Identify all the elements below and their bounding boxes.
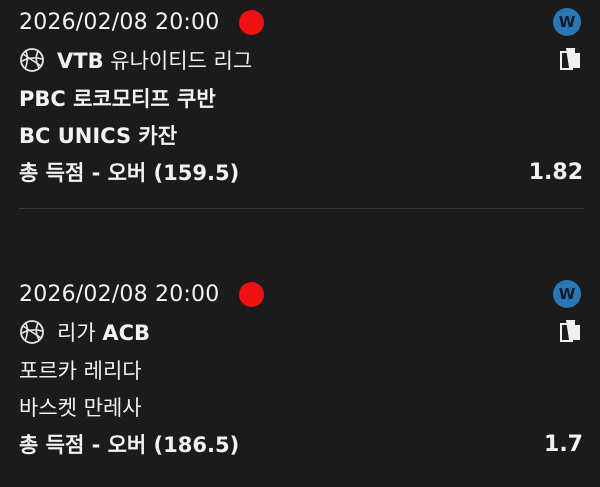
league-name-prefix: VTB: [57, 49, 104, 73]
basketball-icon: [19, 47, 45, 73]
w-badge[interactable]: W: [553, 280, 581, 308]
away-team: 바스켓 만레사: [19, 396, 142, 420]
away-team-row: 바스켓 만레사: [19, 389, 584, 425]
home-team-row: PBC 로코모티프 쿠반: [19, 80, 584, 116]
away-team-row: BC UNICS 카잔: [19, 117, 584, 153]
divider: [19, 208, 584, 209]
market-row: 총 득점 - 오버 (159.5) 1.82: [19, 154, 584, 190]
league-name-prefix: 리가: [57, 321, 103, 345]
league-name-suffix: ACB: [102, 321, 150, 345]
live-indicator: [239, 9, 265, 35]
league-row: 리가 ACB: [19, 314, 584, 350]
basketball-icon: [19, 319, 45, 345]
league-name: VTB 유나이티드 리그: [57, 45, 252, 75]
copy-icon[interactable]: [559, 319, 581, 345]
match-datetime: 2026/02/08 20:00: [19, 9, 220, 35]
datetime-row: 2026/02/08 20:00 W: [19, 4, 584, 40]
away-team: BC UNICS 카잔: [19, 124, 178, 148]
league-row: VTB 유나이티드 리그: [19, 42, 584, 78]
match-datetime: 2026/02/08 20:00: [19, 281, 220, 307]
datetime-row: 2026/02/08 20:00 W: [19, 276, 584, 312]
market-selection: 총 득점 - 오버 (159.5): [19, 161, 240, 185]
market-row: 총 득점 - 오버 (186.5) 1.7: [19, 426, 584, 462]
home-team: 포르카 레리다: [19, 359, 142, 383]
odds-value: 1.82: [528, 159, 583, 185]
league-name-suffix: 유나이티드 리그: [103, 49, 253, 73]
home-team: PBC 로코모티프 쿠반: [19, 87, 216, 111]
home-team-row: 포르카 레리다: [19, 352, 584, 388]
market-selection: 총 득점 - 오버 (186.5): [19, 433, 240, 457]
copy-icon[interactable]: [559, 47, 581, 73]
odds-value: 1.7: [544, 431, 583, 457]
w-badge[interactable]: W: [553, 8, 581, 36]
live-indicator: [239, 281, 265, 307]
league-name: 리가 ACB: [57, 317, 150, 347]
